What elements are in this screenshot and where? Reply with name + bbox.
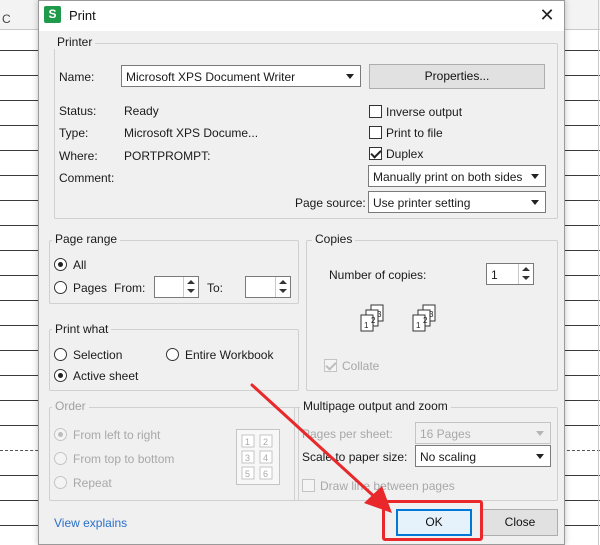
inverse-output-label[interactable]: Inverse output xyxy=(386,105,462,119)
copies-spinner[interactable]: 1 xyxy=(486,263,534,285)
printer-name-label: Name: xyxy=(59,70,95,84)
collate-checkbox[interactable] xyxy=(324,359,337,372)
type-label: Type: xyxy=(59,126,89,140)
collate-page-number: 3 xyxy=(377,310,382,319)
chevron-down-icon xyxy=(536,431,544,436)
order-preview-number: 3 xyxy=(245,453,250,463)
print-dialog: S Print ✕ Printer Name: Microsoft XPS Do… xyxy=(38,0,565,545)
page-source-dropdown[interactable]: Use printer setting xyxy=(368,191,546,213)
to-page-spinner[interactable] xyxy=(245,276,291,298)
grid-column-line xyxy=(598,0,599,545)
copies-value: 1 xyxy=(491,268,498,282)
print-active-sheet-label[interactable]: Active sheet xyxy=(73,369,138,383)
draw-lines-label[interactable]: Draw line between pages xyxy=(320,479,455,493)
page-range-all-radio[interactable] xyxy=(54,258,67,271)
collate-page-number: 2 xyxy=(371,316,376,325)
page-range-all-label[interactable]: All xyxy=(73,258,86,272)
draw-lines-checkbox[interactable] xyxy=(302,479,315,492)
print-selection-radio[interactable] xyxy=(54,348,67,361)
print-selection-label[interactable]: Selection xyxy=(73,348,122,362)
close-icon[interactable]: ✕ xyxy=(536,5,558,27)
print-what-group-label: Print what xyxy=(52,322,112,336)
to-label: To: xyxy=(207,281,224,295)
pages-per-sheet-label: Pages per sheet: xyxy=(302,427,393,441)
order-left-to-right-radio[interactable] xyxy=(54,428,67,441)
page-source-value: Use printer setting xyxy=(373,196,471,210)
order-repeat-label[interactable]: Repeat xyxy=(73,476,112,490)
number-of-copies-label: Number of copies: xyxy=(329,268,427,282)
from-label: From: xyxy=(114,281,146,295)
from-page-spinner[interactable] xyxy=(154,276,199,298)
collate-label[interactable]: Collate xyxy=(342,359,379,373)
close-button[interactable]: Close xyxy=(482,509,558,536)
spinner-arrows-icon[interactable] xyxy=(275,277,290,297)
print-active-sheet-radio[interactable] xyxy=(54,369,67,382)
chevron-down-icon xyxy=(346,74,354,79)
comment-label: Comment: xyxy=(59,171,115,185)
order-group-label: Order xyxy=(52,399,89,413)
collate-page-number: 3 xyxy=(429,310,434,319)
properties-button[interactable]: Properties... xyxy=(369,64,545,89)
order-preview-number: 1 xyxy=(245,437,250,447)
order-left-to-right-label[interactable]: From left to right xyxy=(73,428,160,442)
copies-group-label: Copies xyxy=(312,232,356,246)
where-value: PORTPROMPT: xyxy=(124,149,211,163)
page-source-label: Page source: xyxy=(295,196,366,210)
order-preview-number: 6 xyxy=(263,469,268,479)
order-preview-number: 5 xyxy=(245,469,250,479)
page-range-group-label: Page range xyxy=(52,232,121,246)
spinner-arrows-icon[interactable] xyxy=(183,277,198,297)
page-range-pages-radio[interactable] xyxy=(54,281,67,294)
duplex-checkbox[interactable] xyxy=(369,147,382,160)
dialog-title: Print xyxy=(69,8,96,23)
collate-page-number: 2 xyxy=(423,316,428,325)
duplex-mode-value: Manually print on both sides xyxy=(373,170,523,184)
duplex-label[interactable]: Duplex xyxy=(386,147,423,161)
print-to-file-checkbox[interactable] xyxy=(369,126,382,139)
chevron-down-icon xyxy=(531,200,539,205)
printer-name-value: Microsoft XPS Document Writer xyxy=(126,70,296,84)
order-preview-number: 4 xyxy=(263,453,268,463)
page-range-pages-label[interactable]: Pages xyxy=(73,281,107,295)
chevron-down-icon xyxy=(531,174,539,179)
collate-pages-icon: 1 2 3 1 2 3 xyxy=(360,304,436,332)
printer-name-dropdown[interactable]: Microsoft XPS Document Writer xyxy=(121,65,361,87)
order-top-to-bottom-radio[interactable] xyxy=(54,452,67,465)
chevron-down-icon xyxy=(536,454,544,459)
order-preview-number: 2 xyxy=(263,437,268,447)
order-top-to-bottom-label[interactable]: From top to bottom xyxy=(73,452,174,466)
title-bar[interactable]: S Print ✕ xyxy=(39,1,564,31)
collate-page-number: 1 xyxy=(364,321,369,330)
scale-to-paper-dropdown[interactable]: No scaling xyxy=(415,445,551,467)
duplex-mode-dropdown[interactable]: Manually print on both sides xyxy=(368,165,546,187)
inverse-output-checkbox[interactable] xyxy=(369,105,382,118)
spreadsheet-app-icon: S xyxy=(44,6,61,23)
column-header-c[interactable]: C xyxy=(2,12,11,26)
scale-to-paper-value: No scaling xyxy=(420,450,477,464)
page-order-preview-icon: 1 2 3 4 5 6 xyxy=(236,429,280,485)
collate-page-number: 1 xyxy=(416,321,421,330)
view-explains-link[interactable]: View explains xyxy=(54,516,127,530)
spinner-arrows-icon[interactable] xyxy=(518,264,533,284)
print-to-file-label[interactable]: Print to file xyxy=(386,126,443,140)
print-entire-workbook-label[interactable]: Entire Workbook xyxy=(185,348,273,362)
type-value: Microsoft XPS Docume... xyxy=(124,126,259,140)
pages-per-sheet-value: 16 Pages xyxy=(420,427,471,441)
order-repeat-radio[interactable] xyxy=(54,476,67,489)
multipage-group-label: Multipage output and zoom xyxy=(300,399,451,413)
printer-group-label: Printer xyxy=(54,35,96,49)
status-value: Ready xyxy=(124,104,159,118)
status-label: Status: xyxy=(59,104,97,118)
ok-button[interactable]: OK xyxy=(396,509,472,536)
where-label: Where: xyxy=(59,149,98,163)
pages-per-sheet-dropdown[interactable]: 16 Pages xyxy=(415,422,551,444)
scale-to-paper-label: Scale to paper size: xyxy=(302,450,408,464)
print-entire-workbook-radio[interactable] xyxy=(166,348,179,361)
